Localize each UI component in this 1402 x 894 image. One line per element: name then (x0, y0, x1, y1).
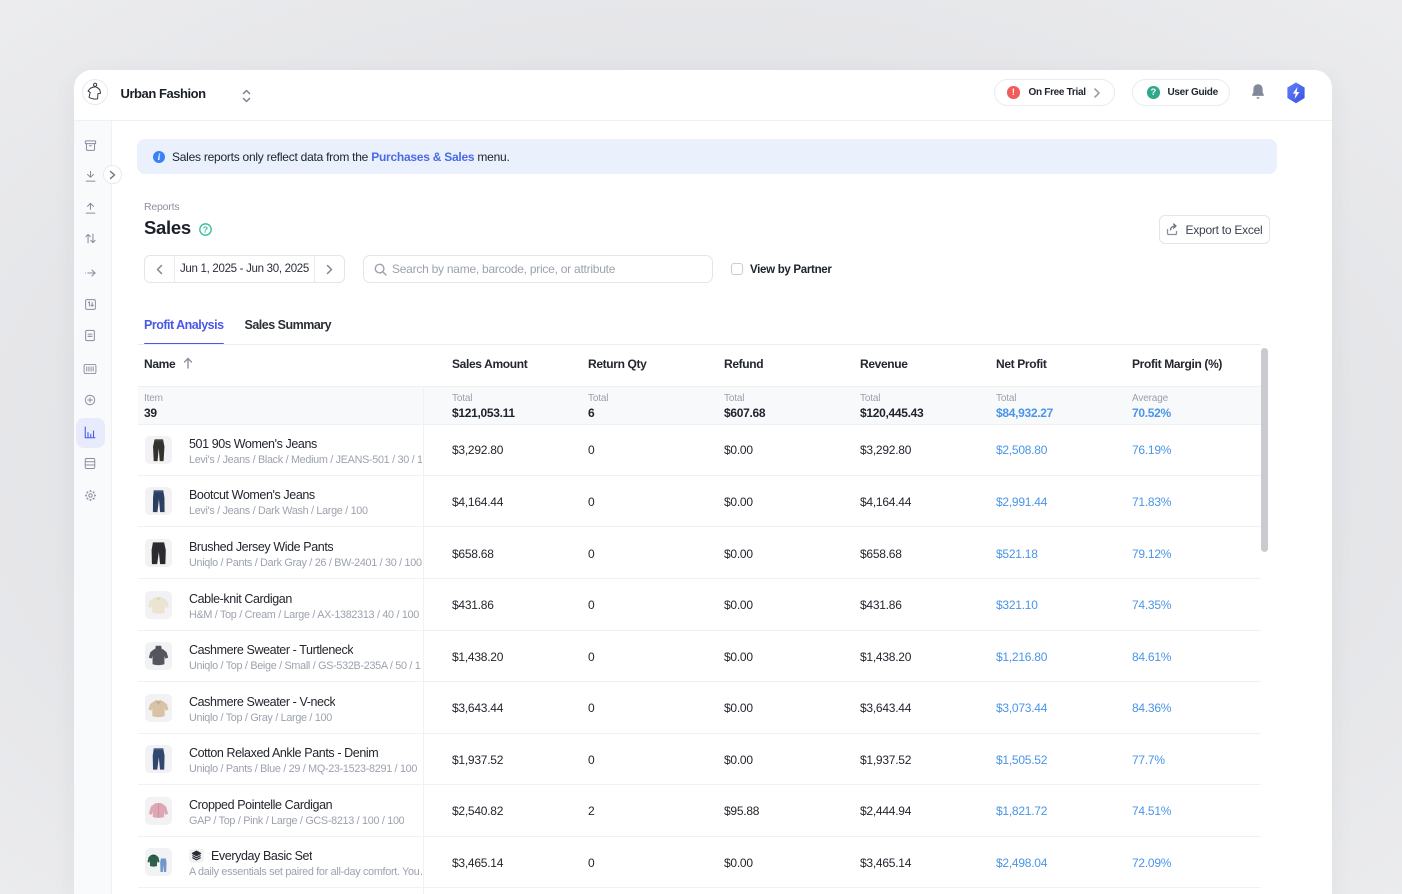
svg-text:?: ? (203, 224, 208, 234)
